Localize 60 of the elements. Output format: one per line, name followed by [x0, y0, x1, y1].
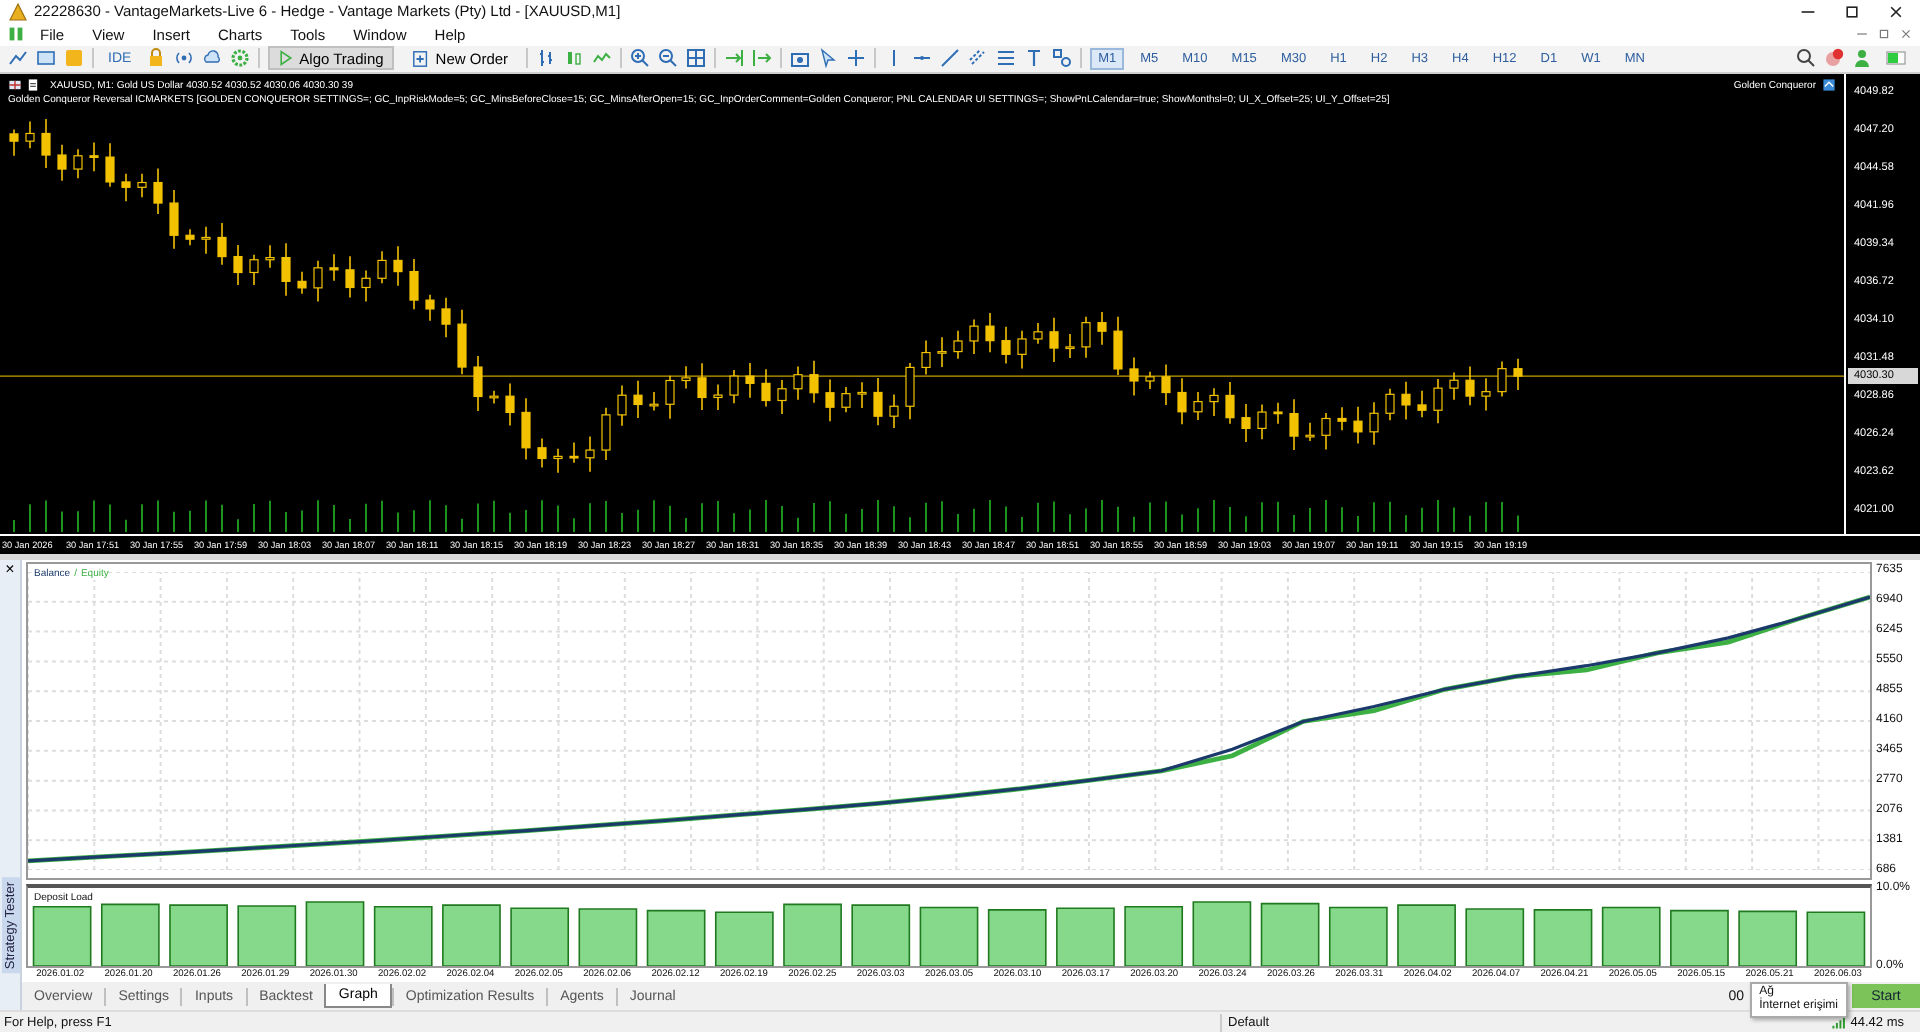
deposit-load-bar	[1738, 911, 1798, 967]
expert-icon[interactable]	[1822, 78, 1836, 93]
deposit-load-bar	[1192, 901, 1252, 967]
deposit-load-bar	[442, 904, 501, 967]
close-icon[interactable]	[1888, 3, 1904, 20]
deposit-load-bar	[1601, 907, 1661, 967]
trendline-icon[interactable]	[940, 48, 961, 69]
bar-chart-icon[interactable]	[536, 48, 557, 69]
deposit-load-bar	[100, 904, 160, 967]
deposit-load-bar	[510, 907, 570, 967]
deposit-load-bar	[32, 906, 92, 967]
zoom-in-icon[interactable]	[630, 48, 651, 69]
deposit-load-bar	[1328, 907, 1388, 967]
autoscroll-icon[interactable]	[752, 48, 773, 69]
deposit-load-bar	[1670, 910, 1729, 967]
deposit-load-bar	[1124, 906, 1184, 967]
deposit-load-bar	[169, 904, 228, 967]
deposit-load-bar	[1806, 911, 1866, 967]
grid-icon[interactable]	[686, 48, 707, 69]
deposit-load-bar	[1260, 903, 1320, 967]
lock-icon[interactable]	[145, 48, 166, 69]
signal-icon[interactable]	[173, 48, 194, 69]
deposit-load-bar	[578, 908, 638, 967]
deposit-load-bar	[987, 909, 1047, 967]
deposit-load-bar	[237, 905, 297, 967]
deposit-load-bar	[783, 904, 842, 967]
menu-app-icon	[8, 26, 24, 43]
deposit-load-bar	[714, 911, 774, 967]
text-tool-icon[interactable]	[1024, 48, 1045, 69]
line-chart-icon[interactable]	[8, 48, 28, 69]
deposit-load-bar	[919, 907, 979, 967]
deposit-load-bar	[646, 910, 706, 967]
deposit-load-bar	[1533, 909, 1593, 967]
deposit-load-bar	[305, 901, 365, 967]
fibonacci-icon[interactable]	[968, 48, 989, 69]
deposit-load-bar	[1465, 908, 1525, 967]
channel-icon[interactable]	[996, 48, 1017, 69]
document-icon	[26, 78, 40, 93]
account-icon[interactable]	[1852, 48, 1872, 69]
search-icon[interactable]	[1796, 48, 1816, 69]
deposit-load-bar	[373, 906, 433, 967]
maximize-icon[interactable]	[1844, 3, 1860, 20]
play-icon	[277, 50, 294, 67]
signal-bars-icon	[1832, 1015, 1847, 1030]
flag-icon	[8, 78, 22, 93]
close-panel-button[interactable]: ×	[0, 560, 20, 579]
chart-shift-icon[interactable]	[724, 48, 745, 69]
shapes-icon[interactable]	[1052, 48, 1073, 69]
candlestick-icon[interactable]	[564, 48, 585, 69]
gear-icon[interactable]	[229, 48, 250, 69]
deposit-load-bar	[851, 904, 911, 967]
deposit-load-bar	[1056, 907, 1115, 967]
screenshot-icon[interactable]	[790, 48, 811, 69]
crosshair-icon[interactable]	[846, 48, 867, 69]
app-logo-icon	[8, 1, 28, 22]
zoom-out-icon[interactable]	[658, 48, 679, 69]
template-icon[interactable]	[36, 48, 56, 69]
new-order-icon	[411, 49, 430, 68]
cloud-icon[interactable]	[201, 48, 222, 69]
deposit-load-bar	[1397, 904, 1456, 967]
